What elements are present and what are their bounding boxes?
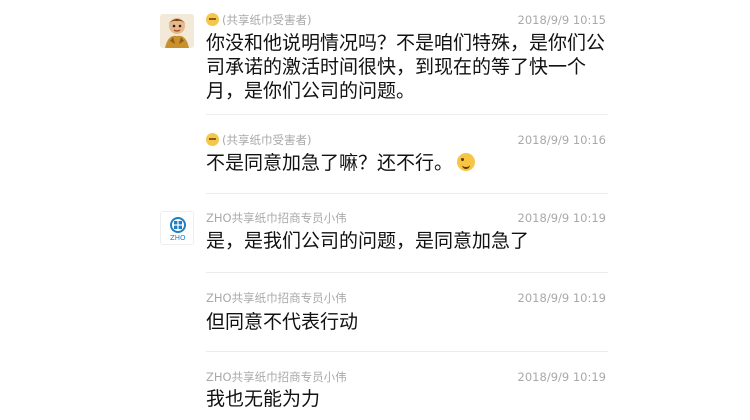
- sender-name: (共享纸巾受害者): [206, 132, 311, 148]
- sender-name: ZHO共享纸巾招商专员小伟: [206, 370, 347, 384]
- chat-history: (共享纸巾受害者) 2018/9/9 10:15 你没和他说明情况吗？不是咱们特…: [0, 0, 750, 420]
- avatar[interactable]: [160, 14, 194, 48]
- cartoon-avatar-icon: [160, 14, 194, 48]
- message-text: 你没和他说明情况吗？不是咱们特殊，是你们公司承诺的激活时间很快，到现在的等了快一…: [206, 32, 606, 102]
- avatar[interactable]: ZHO: [160, 211, 194, 245]
- sender-name: ZHO共享纸巾招商专员小伟: [206, 211, 347, 225]
- timestamp: 2018/9/9 10:19: [517, 211, 606, 225]
- divider: [206, 351, 608, 352]
- divider: [206, 193, 608, 194]
- divider: [206, 114, 608, 115]
- timestamp: 2018/9/9 10:15: [517, 13, 606, 27]
- avatar-label: ZHO: [170, 234, 186, 242]
- timestamp: 2018/9/9 10:19: [517, 291, 606, 305]
- timestamp: 2018/9/9 10:19: [517, 370, 606, 384]
- message-text: 但同意不代表行动: [206, 311, 359, 333]
- divider: [206, 272, 608, 273]
- message-text: 不是同意加急了嘛？还不行。: [206, 151, 611, 175]
- sender-name: (共享纸巾受害者): [206, 12, 311, 28]
- thinking-emoji-icon: [206, 13, 219, 26]
- message-text: 我也无能为力: [206, 388, 321, 410]
- thinking-emoji-icon: [206, 133, 219, 146]
- grin-emoji-icon: [457, 153, 476, 171]
- message-text: 是，是我们公司的问题，是同意加急了: [206, 230, 530, 252]
- timestamp: 2018/9/9 10:16: [517, 133, 606, 147]
- sender-name: ZHO共享纸巾招商专员小伟: [206, 291, 347, 305]
